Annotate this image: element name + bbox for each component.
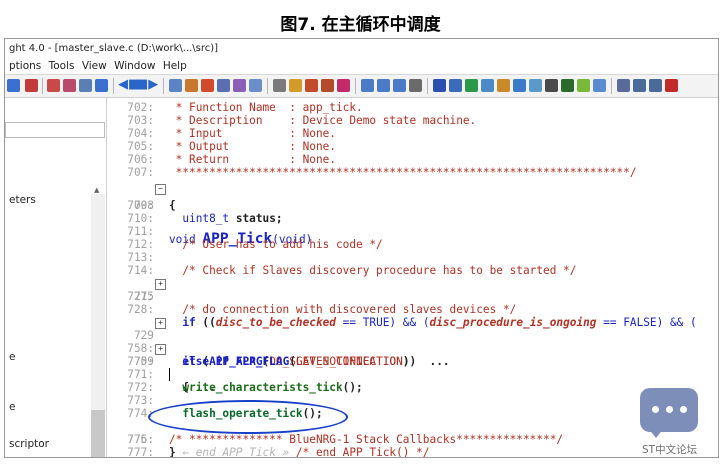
close-icon[interactable] [665, 79, 678, 92]
code-line: 759 + { ... [133, 344, 216, 394]
sidebar-scrollbar[interactable]: ▲ [91, 186, 105, 457]
relation-icon[interactable] [321, 79, 334, 92]
write-tick-call: write_characterists_tick [182, 381, 343, 394]
fold-collapse-icon[interactable]: − [155, 184, 166, 195]
fold-expand-icon[interactable]: + [155, 344, 166, 355]
layout-1-icon[interactable] [361, 79, 374, 92]
refresh-icon[interactable] [337, 79, 350, 92]
bookmark-icon[interactable] [47, 79, 60, 92]
help-icon[interactable] [433, 79, 446, 92]
menu-window[interactable]: Window [114, 60, 155, 72]
window-title: ght 4.0 - [master_slave.c (D:\work\...\s… [9, 43, 219, 54]
save-icon[interactable] [95, 79, 108, 92]
sidebar-item-4[interactable]: scriptor [9, 438, 49, 450]
list-icon[interactable] [513, 79, 526, 92]
bookmark-list-icon[interactable] [63, 79, 76, 92]
search-icon[interactable] [529, 79, 542, 92]
grid-icon[interactable] [577, 79, 590, 92]
fold-expand-icon[interactable]: + [155, 279, 166, 290]
layout-4-icon[interactable] [409, 79, 422, 92]
code-line: 729 + if (APP_FLAG(DO_SLAVES_CONNECTION)… [133, 318, 450, 368]
outdent-icon[interactable] [633, 79, 646, 92]
layout-3-icon[interactable] [393, 79, 406, 92]
code-line: 775: } ← end APP_Tick » /* end APP_Tick(… [127, 433, 430, 457]
function-header-line: 708 − void APP_Tick(void) [133, 184, 313, 247]
menu-options[interactable]: ptions [9, 60, 41, 72]
scroll-thumb[interactable] [91, 410, 105, 457]
goto-icon[interactable] [217, 79, 230, 92]
scroll-up-icon[interactable]: ▲ [94, 186, 99, 194]
undo-icon[interactable] [25, 79, 38, 92]
check-icon[interactable] [561, 79, 574, 92]
panel-icon[interactable] [449, 79, 462, 92]
chat-bubble-icon [640, 388, 698, 432]
replace-icon[interactable] [249, 79, 262, 92]
code-line: 758: else if APP_FLAG(GET_NOTIFICATION) [127, 342, 410, 368]
symbol-icon[interactable] [289, 79, 302, 92]
menu-view[interactable]: View [82, 60, 107, 72]
text-cursor [169, 368, 170, 381]
tool-icon[interactable] [545, 79, 558, 92]
menu-help[interactable]: Help [163, 60, 187, 72]
file-open-icon[interactable] [169, 79, 182, 92]
fold-expand-icon[interactable]: + [155, 318, 166, 329]
sidebar-item-3[interactable]: e [9, 401, 15, 413]
table-icon[interactable] [593, 79, 606, 92]
jump-icon[interactable] [185, 79, 198, 92]
sidebar-search-input[interactable] [5, 122, 105, 138]
folder-icon[interactable] [497, 79, 510, 92]
window-icon[interactable] [79, 79, 92, 92]
forward-arrow-icon[interactable]: ■▶ [136, 78, 158, 92]
print-icon[interactable] [273, 79, 286, 92]
sidebar-item-1[interactable]: eters [9, 194, 36, 206]
toolbar: ◀■ ■▶ [5, 74, 718, 98]
xref-icon[interactable] [233, 79, 246, 92]
watermark-text: ST中文论坛 [642, 444, 698, 456]
sidebar-item-2[interactable]: e [9, 351, 15, 363]
annotation-circle [148, 400, 348, 434]
menu-bar: ptions Tools View Window Help [5, 58, 718, 74]
code-line: 715 + if ((disc_to_be_checked == TRUE) &… [133, 279, 697, 329]
indent-icon[interactable] [617, 79, 630, 92]
menu-tools[interactable]: Tools [49, 60, 75, 72]
align-icon[interactable] [649, 79, 662, 92]
tree-icon[interactable] [465, 79, 478, 92]
class-icon[interactable] [305, 79, 318, 92]
browse-icon[interactable] [481, 79, 494, 92]
forum-logo: ST中文论坛 [626, 384, 716, 464]
symbol-sidebar: eters e e scriptor k ▲ [5, 98, 107, 457]
figure-caption: 图7. 在主循环中调度 [280, 15, 441, 35]
redo-icon[interactable] [7, 79, 20, 92]
ide-window: ght 4.0 - [master_slave.c (D:\work\...\s… [4, 38, 719, 458]
layout-2-icon[interactable] [377, 79, 390, 92]
jump-back-icon[interactable] [201, 79, 214, 92]
